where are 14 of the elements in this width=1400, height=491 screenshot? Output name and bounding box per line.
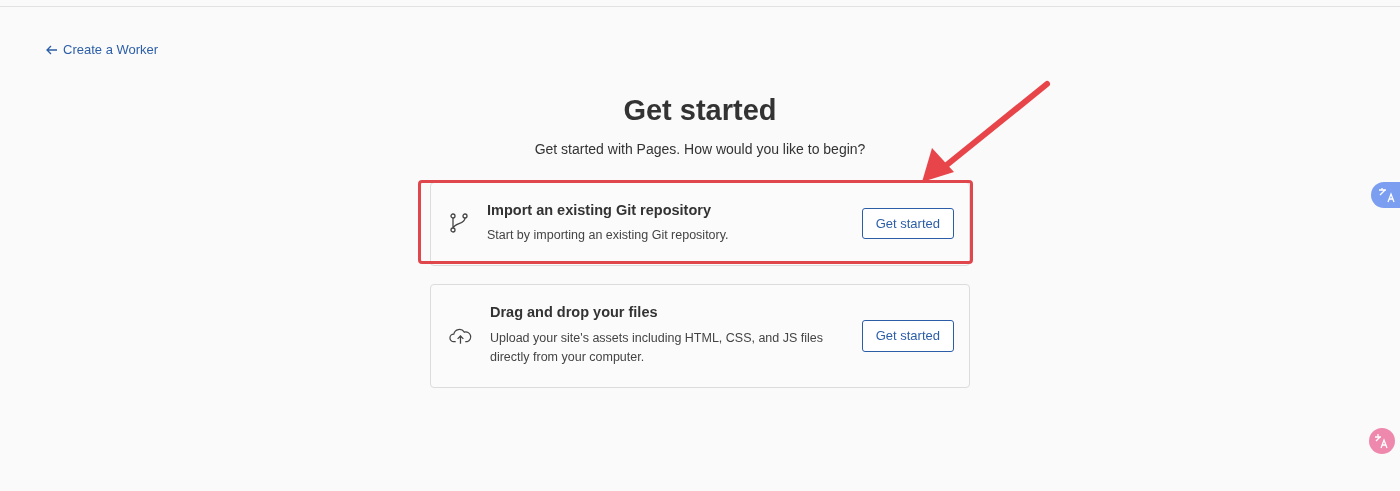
branch-icon <box>449 212 469 235</box>
option-title: Drag and drop your files <box>489 304 659 322</box>
back-link[interactable]: Create a Worker <box>46 40 159 60</box>
get-started-button[interactable]: Get started <box>861 320 954 352</box>
option-description: Upload your site's assets including HTML, CSS, and JS files directly from your computer. <box>489 329 825 367</box>
translate-icon[interactable] <box>1371 182 1400 208</box>
page-heading: Get started <box>622 92 778 128</box>
option-description: Start by importing an existing Git repository. <box>487 226 729 244</box>
page-subtitle: Get started with Pages. How would you like to begin? <box>533 139 867 159</box>
translate-icon[interactable] <box>1369 428 1395 454</box>
cloud-upload-icon <box>449 326 472 345</box>
option-title: Import an existing Git repository <box>487 201 712 219</box>
get-started-button[interactable]: Get started <box>861 207 954 240</box>
back-arrow-icon <box>46 44 58 55</box>
